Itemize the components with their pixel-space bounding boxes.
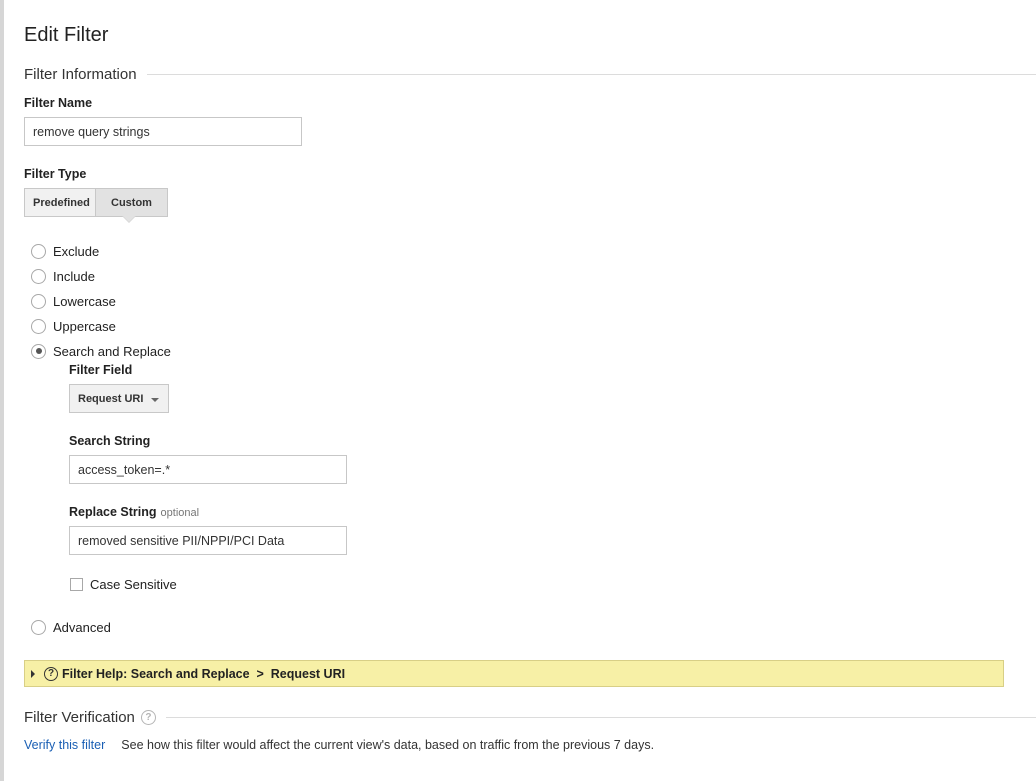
case-sensitive-label: Case Sensitive xyxy=(90,577,177,592)
radio-button[interactable] xyxy=(31,619,46,635)
left-border xyxy=(0,0,4,781)
verify-filter-link[interactable]: Verify this filter xyxy=(24,738,105,752)
filter-field-dropdown[interactable]: Request URI xyxy=(69,384,169,413)
chevron-down-icon xyxy=(151,398,159,402)
filter-information-title: Filter Information xyxy=(24,65,137,83)
filter-information-header: Filter Information xyxy=(24,64,1036,84)
radio-button[interactable] xyxy=(31,318,46,334)
radio-include[interactable]: Include xyxy=(31,268,95,284)
optional-tag: optional xyxy=(160,507,200,519)
tab-custom[interactable]: Custom xyxy=(96,188,168,217)
filter-type-tabs: Predefined Custom xyxy=(24,188,168,217)
page-title: Edit Filter xyxy=(24,24,109,46)
tab-predefined[interactable]: Predefined xyxy=(24,188,96,217)
radio-button[interactable] xyxy=(31,268,46,284)
radio-exclude[interactable]: Exclude xyxy=(31,243,99,259)
search-string-input[interactable] xyxy=(69,455,347,484)
filter-field-value: Request URI xyxy=(78,392,144,405)
filter-verification-title: Filter Verification xyxy=(24,708,135,726)
question-circle-icon: ? xyxy=(44,666,58,681)
case-sensitive-option[interactable]: Case Sensitive xyxy=(70,577,177,592)
radio-label: Search and Replace xyxy=(53,343,171,359)
replace-string-input[interactable] xyxy=(69,526,347,555)
section-divider xyxy=(165,716,1036,718)
radio-label: Lowercase xyxy=(53,293,116,309)
filter-type-label: Filter Type xyxy=(24,167,87,181)
replace-string-label-text: Replace String xyxy=(69,505,157,519)
radio-label: Include xyxy=(53,268,95,284)
radio-uppercase[interactable]: Uppercase xyxy=(31,318,116,334)
filter-field-label: Filter Field xyxy=(69,363,133,377)
radio-label: Advanced xyxy=(53,619,111,635)
radio-button[interactable] xyxy=(31,243,46,259)
verify-row: Verify this filter See how this filter w… xyxy=(24,738,654,752)
radio-label: Uppercase xyxy=(53,318,116,334)
replace-string-label: Replace String optional xyxy=(69,505,199,519)
selected-tab-pointer-fill xyxy=(123,216,135,222)
radio-advanced[interactable]: Advanced xyxy=(31,619,111,635)
filter-help-bar[interactable]: ? Filter Help: Search and Replace > Requ… xyxy=(24,660,1004,687)
radio-button-selected[interactable] xyxy=(31,343,46,359)
radio-search-and-replace[interactable]: Search and Replace xyxy=(31,343,171,359)
radio-label: Exclude xyxy=(53,243,100,259)
section-divider xyxy=(146,73,1036,75)
filter-name-input[interactable] xyxy=(24,117,302,146)
search-string-label: Search String xyxy=(69,434,151,448)
question-circle-icon[interactable]: ? xyxy=(140,709,156,725)
filter-help-text: Filter Help: Search and Replace > Reques… xyxy=(62,666,346,681)
filter-name-label: Filter Name xyxy=(24,96,93,110)
filter-verification-header: Filter Verification ? xyxy=(24,707,1036,727)
radio-lowercase[interactable]: Lowercase xyxy=(31,293,116,309)
verify-description: See how this filter would affect the cur… xyxy=(121,738,655,752)
case-sensitive-checkbox[interactable] xyxy=(70,578,83,591)
radio-button[interactable] xyxy=(31,293,46,309)
caret-right-icon xyxy=(31,669,35,678)
